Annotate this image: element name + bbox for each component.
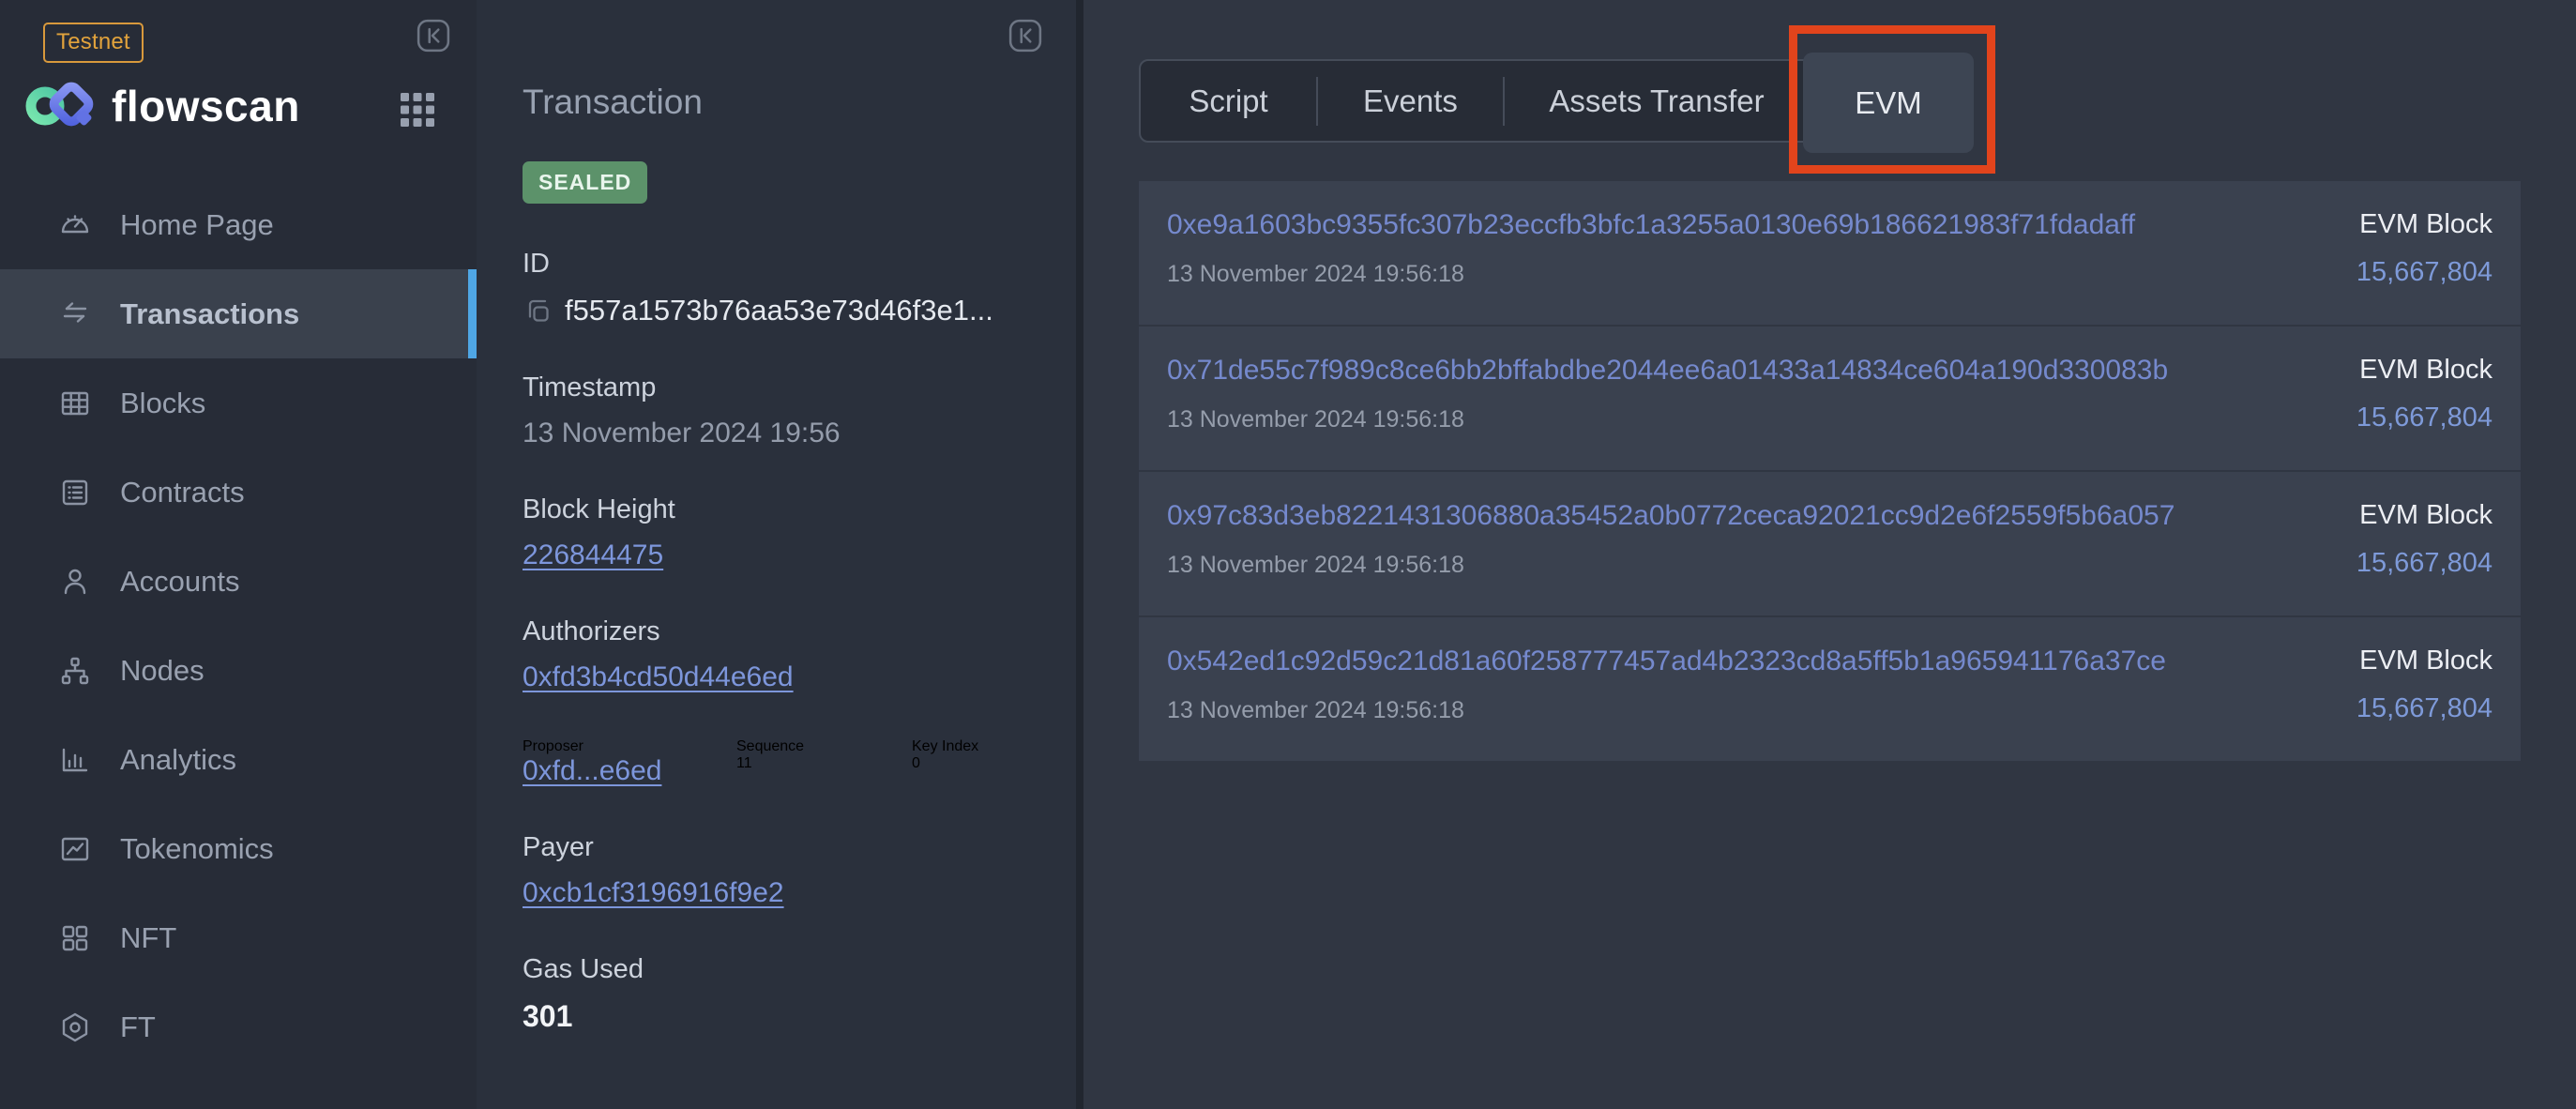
- row-timestamp: 13 November 2024 19:56:18: [1167, 697, 2166, 724]
- document-list-icon: [56, 474, 94, 511]
- sidebar-item-accounts[interactable]: Accounts: [0, 537, 477, 626]
- panel-collapse-button[interactable]: [1008, 19, 1042, 53]
- sidebar-item-label: Contracts: [120, 476, 245, 509]
- field-label: Key Index: [912, 738, 978, 755]
- brand[interactable]: flowscan: [25, 81, 457, 131]
- page-title: Transaction: [523, 83, 1038, 122]
- field-label: Timestamp: [523, 372, 1038, 403]
- evm-block-number-link[interactable]: 15,667,804: [2356, 548, 2493, 579]
- sidebar-item-nodes[interactable]: Nodes: [0, 626, 477, 715]
- status-badge: SEALED: [523, 161, 647, 204]
- evm-block-number-link[interactable]: 15,667,804: [2356, 257, 2493, 288]
- transaction-panel: Transaction SEALED ID f557a1573b76aa53e7…: [477, 0, 1083, 1109]
- sidebar-collapse-button[interactable]: [417, 19, 450, 53]
- sitemap-icon: [56, 652, 94, 690]
- transaction-id: f557a1573b76aa53e73d46f3e1...: [565, 294, 993, 327]
- field-label: Gas Used: [523, 954, 1038, 985]
- field-label: Sequence: [736, 738, 912, 755]
- flowscan-logo-icon: [25, 82, 98, 130]
- cube-icon: [56, 1009, 94, 1046]
- evm-block-label: EVM Block: [2356, 355, 2493, 386]
- four-squares-icon: [56, 919, 94, 957]
- key-index-value: 0: [912, 755, 978, 772]
- sidebar-item-nft[interactable]: NFT: [0, 893, 477, 982]
- collapse-panel-icon: [417, 19, 450, 53]
- evm-tx-hash-link[interactable]: 0x542ed1c92d59c21d81a60f258777457ad4b232…: [1167, 646, 2166, 677]
- evm-block-number-link[interactable]: 15,667,804: [2356, 403, 2493, 433]
- gas-used-value: 301: [523, 999, 1038, 1034]
- field-label: ID: [523, 249, 1038, 280]
- sidebar-nav: Home Page Transactions Blocks: [0, 180, 477, 1071]
- table-row[interactable]: 0x542ed1c92d59c21d81a60f258777457ad4b232…: [1139, 617, 2521, 761]
- sidebar-item-label: Analytics: [120, 743, 236, 777]
- table-row[interactable]: 0xe9a1603bc9355fc307b23eccfb3bfc1a3255a0…: [1139, 181, 2521, 325]
- field-gas-used: Gas Used 301: [523, 954, 1038, 1034]
- table-row[interactable]: 0x97c83d3eb8221431306880a35452a0b0772cec…: [1139, 472, 2521, 615]
- tab-script[interactable]: Script: [1141, 61, 1316, 141]
- field-label: Block Height: [523, 494, 1038, 525]
- collapse-panel-icon: [1008, 19, 1042, 53]
- copy-icon: [523, 296, 553, 326]
- evm-block-label: EVM Block: [2356, 209, 2493, 240]
- sidebar-item-analytics[interactable]: Analytics: [0, 715, 477, 804]
- tab-events[interactable]: Events: [1318, 61, 1503, 141]
- evm-block-label: EVM Block: [2356, 646, 2493, 676]
- tab-bar: Script Events Assets Transfer EVM: [1139, 59, 1974, 143]
- main-content: Script Events Assets Transfer EVM 0xe9a1…: [1083, 0, 2576, 1109]
- network-badge: Testnet: [43, 23, 144, 63]
- row-timestamp: 13 November 2024 19:56:18: [1167, 552, 2174, 579]
- tab-assets-transfer[interactable]: Assets Transfer: [1505, 61, 1809, 141]
- evm-tx-hash-link[interactable]: 0xe9a1603bc9355fc307b23eccfb3bfc1a3255a0…: [1167, 209, 2135, 241]
- sidebar: Testnet flowscan: [0, 0, 477, 1109]
- sidebar-item-label: Tokenomics: [120, 832, 274, 866]
- table-grid-icon: [56, 385, 94, 422]
- sidebar-item-label: FT: [120, 1010, 156, 1044]
- block-height-link[interactable]: 226844475: [523, 539, 663, 570]
- sidebar-item-label: Accounts: [120, 565, 240, 599]
- field-timestamp: Timestamp 13 November 2024 19:56: [523, 372, 1038, 449]
- evm-tx-hash-link[interactable]: 0x97c83d3eb8221431306880a35452a0b0772cec…: [1167, 500, 2174, 532]
- field-label: Authorizers: [523, 616, 1038, 647]
- field-payer: Payer 0xcb1cf3196916f9e2: [523, 832, 1038, 909]
- sequence-value: 11: [736, 755, 912, 772]
- gauge-icon: [56, 206, 94, 244]
- row-timestamp: 13 November 2024 19:56:18: [1167, 406, 2168, 433]
- bar-chart-icon: [56, 741, 94, 779]
- copy-button[interactable]: [523, 296, 553, 326]
- field-authorizers: Authorizers 0xfd3b4cd50d44e6ed: [523, 616, 1038, 693]
- sidebar-item-home-page[interactable]: Home Page: [0, 180, 477, 269]
- field-label: Payer: [523, 832, 1038, 863]
- sidebar-item-label: Home Page: [120, 208, 274, 242]
- brand-name: flowscan: [112, 81, 300, 131]
- evm-tx-hash-link[interactable]: 0x71de55c7f989c8ce6bb2bffabdbe2044ee6a01…: [1167, 355, 2168, 387]
- sidebar-item-tokenomics[interactable]: Tokenomics: [0, 804, 477, 893]
- apps-grid-icon: [400, 92, 435, 128]
- tab-evm[interactable]: EVM: [1803, 53, 1974, 153]
- sidebar-item-label: Transactions: [120, 297, 299, 331]
- table-row[interactable]: 0x71de55c7f989c8ce6bb2bffabdbe2044ee6a01…: [1139, 327, 2521, 470]
- sidebar-item-transactions[interactable]: Transactions: [0, 269, 477, 358]
- person-icon: [56, 563, 94, 600]
- field-label: Proposer: [523, 738, 736, 755]
- line-chart-icon: [56, 830, 94, 868]
- proposer-link[interactable]: 0xfd...e6ed: [523, 755, 661, 786]
- sidebar-item-label: NFT: [120, 921, 176, 955]
- evm-block-label: EVM Block: [2356, 500, 2493, 531]
- field-id: ID f557a1573b76aa53e73d46f3e1...: [523, 249, 1038, 327]
- field-block-height: Block Height 226844475: [523, 494, 1038, 571]
- sidebar-item-ft[interactable]: FT: [0, 982, 477, 1071]
- evm-block-number-link[interactable]: 15,667,804: [2356, 693, 2493, 724]
- timestamp-value: 13 November 2024 19:56: [523, 418, 1038, 449]
- sidebar-item-label: Nodes: [120, 654, 205, 688]
- evm-transaction-list: 0xe9a1603bc9355fc307b23eccfb3bfc1a3255a0…: [1139, 181, 2521, 761]
- sidebar-item-blocks[interactable]: Blocks: [0, 358, 477, 448]
- payer-link[interactable]: 0xcb1cf3196916f9e2: [523, 877, 784, 908]
- apps-grid-button[interactable]: [400, 92, 435, 128]
- sidebar-item-label: Blocks: [120, 387, 205, 420]
- row-timestamp: 13 November 2024 19:56:18: [1167, 261, 2135, 288]
- proposer-row: Proposer 0xfd...e6ed Sequence 11 Key Ind…: [523, 738, 1038, 787]
- authorizer-link[interactable]: 0xfd3b4cd50d44e6ed: [523, 661, 794, 692]
- swap-arrows-icon: [56, 296, 94, 333]
- sidebar-item-contracts[interactable]: Contracts: [0, 448, 477, 537]
